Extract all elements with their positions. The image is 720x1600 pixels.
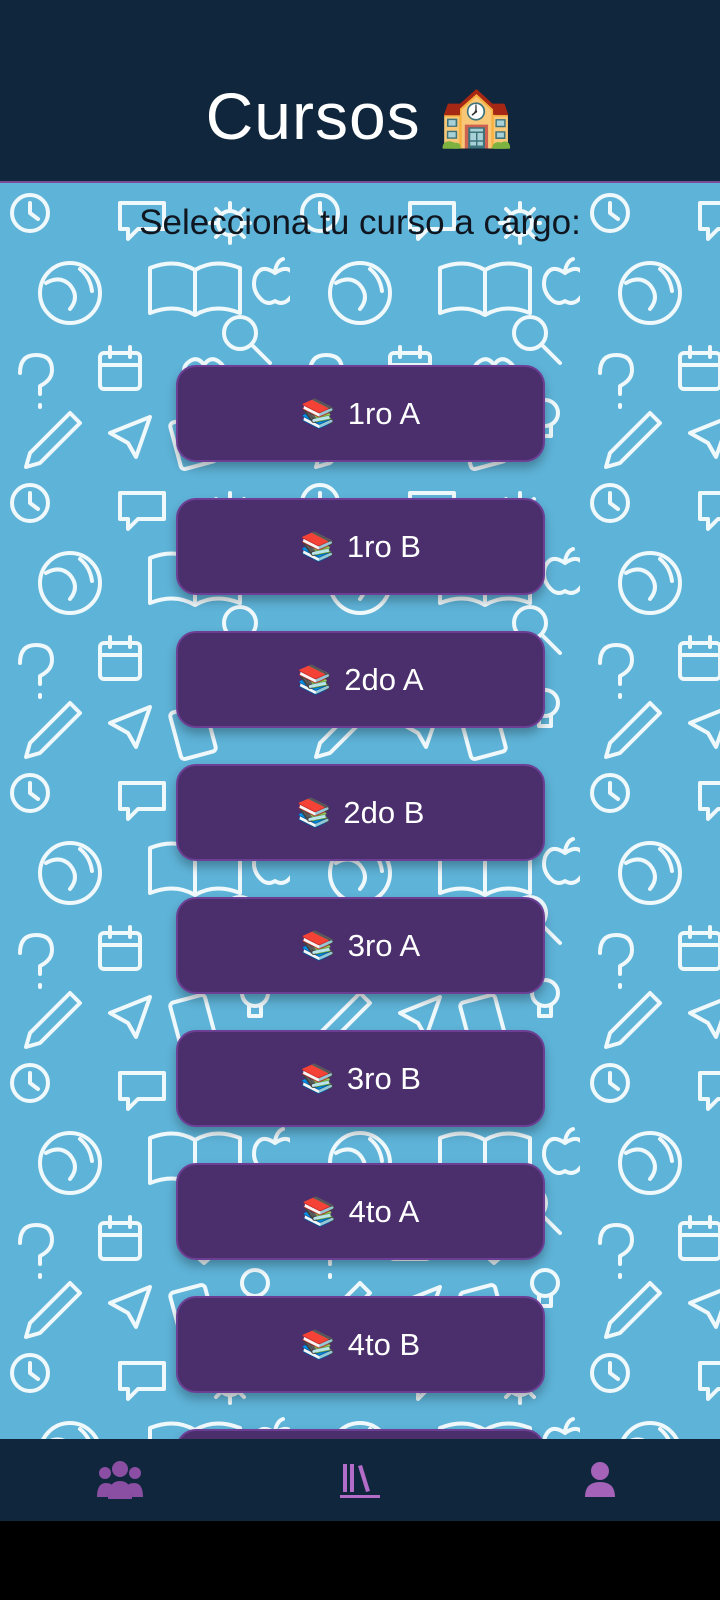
- books-icon: 📚: [300, 928, 336, 962]
- course-label: 3ro A: [347, 927, 421, 963]
- school-icon: 🏫: [438, 80, 515, 151]
- app-screen: Cursos 🏫 Selecciona tu curso a cargo: 📚 …: [0, 0, 720, 1600]
- nav-item-students[interactable]: [60, 1445, 180, 1515]
- course-label: 4to A: [348, 1193, 420, 1229]
- course-label: 4to B: [347, 1326, 421, 1362]
- books-icon: 📚: [300, 396, 336, 430]
- bottom-navigation: [0, 1439, 720, 1521]
- nav-item-profile[interactable]: [540, 1445, 660, 1515]
- books-icon: 📚: [300, 1327, 336, 1361]
- users-icon: [97, 1461, 143, 1499]
- books-icon: 📚: [300, 1061, 335, 1095]
- course-button-4to-a[interactable]: 📚 4to A: [176, 1163, 545, 1260]
- course-button-1ro-b[interactable]: 📚 1ro B: [176, 498, 545, 595]
- course-label: 2do A: [344, 661, 424, 697]
- course-button-3ro-b[interactable]: 📚 3ro B: [176, 1030, 545, 1127]
- course-button-1ro-a[interactable]: 📚 1ro A: [176, 365, 545, 462]
- course-label: 3ro B: [346, 1060, 421, 1096]
- user-icon: [585, 1462, 615, 1497]
- page-title-text: Cursos: [205, 78, 421, 153]
- books-icon: 📚: [296, 795, 332, 829]
- nav-item-courses[interactable]: [300, 1445, 420, 1515]
- course-label: 1ro B: [346, 528, 421, 564]
- course-label: 1ro A: [347, 395, 421, 431]
- system-navigation-bar: [0, 1521, 720, 1600]
- books-icon: 📚: [297, 662, 333, 696]
- course-list: 📚 1ro A 📚 1ro B 📚 2do A 📚 2do B 📚 3ro A …: [176, 365, 545, 1439]
- books-icon: 📚: [301, 1194, 337, 1228]
- app-header: Cursos 🏫: [0, 0, 720, 183]
- page-title: Cursos 🏫: [206, 78, 515, 154]
- course-select-prompt: Selecciona tu curso a cargo:: [139, 203, 581, 242]
- library-icon: [340, 1464, 380, 1498]
- course-button-2do-b[interactable]: 📚 2do B: [176, 764, 545, 861]
- course-button-partial[interactable]: [176, 1429, 545, 1439]
- course-button-2do-a[interactable]: 📚 2do A: [176, 631, 545, 728]
- course-content[interactable]: Selecciona tu curso a cargo: 📚 1ro A 📚 1…: [0, 183, 720, 1439]
- course-label: 2do B: [343, 794, 425, 830]
- course-button-3ro-a[interactable]: 📚 3ro A: [176, 897, 545, 994]
- books-icon: 📚: [300, 529, 335, 563]
- course-button-4to-b[interactable]: 📚 4to B: [176, 1296, 545, 1393]
